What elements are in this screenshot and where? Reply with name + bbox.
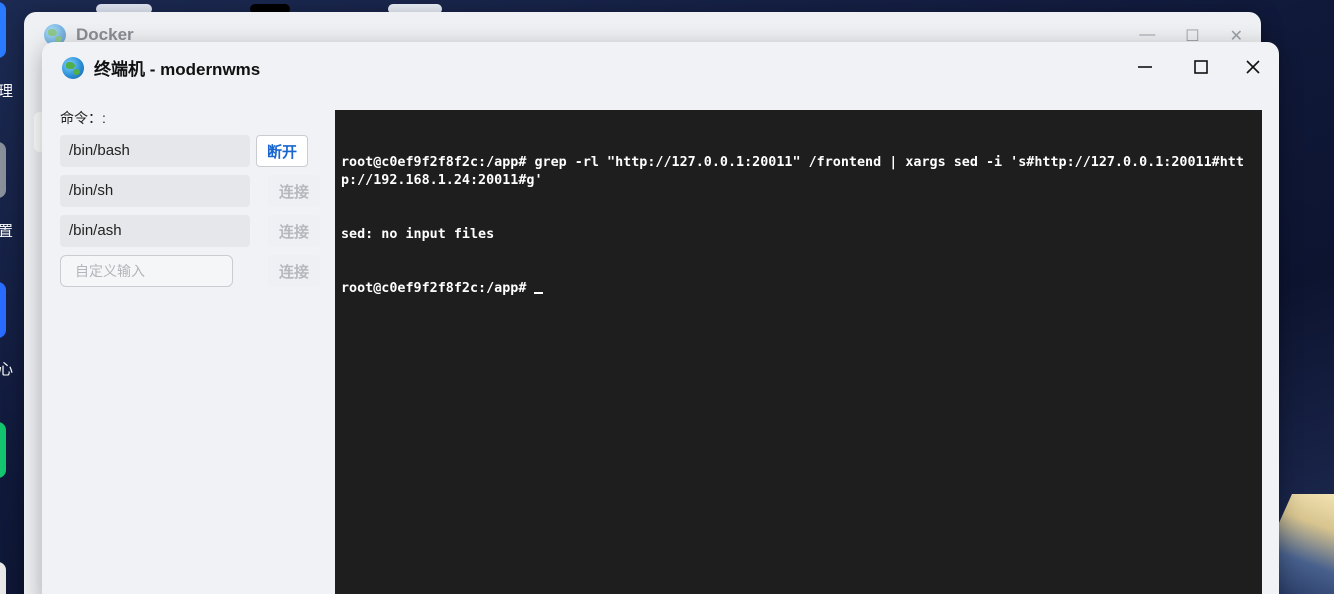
desktop-app-label: 置	[0, 222, 14, 240]
desktop-app-icon[interactable]	[0, 282, 6, 338]
minimize-icon	[1138, 66, 1152, 68]
command-row-sh: /bin/sh 连接	[60, 175, 320, 207]
terminal-window[interactable]: 终端机 - modernwms 命令：: /bin/bash 断开 /bin/s…	[42, 42, 1279, 594]
connect-button[interactable]: 连接	[268, 175, 320, 207]
maximize-button[interactable]	[1181, 52, 1221, 82]
terminal-line: root@c0ef9f2f8f2c:/app# grep -rl "http:/…	[341, 155, 1244, 188]
desktop-app-icon[interactable]	[0, 142, 6, 198]
disconnect-button[interactable]: 断开	[256, 135, 308, 167]
command-row-ash: /bin/ash 连接	[60, 215, 320, 247]
desktop-app-label: 心	[0, 360, 14, 378]
maximize-icon	[1194, 60, 1208, 74]
terminal-line: sed: no input files	[341, 227, 495, 242]
close-icon	[1246, 60, 1260, 74]
terminal-app-icon	[62, 56, 84, 79]
command-name: /bin/sh	[60, 175, 250, 207]
close-button[interactable]	[1233, 52, 1273, 82]
command-row-custom: 连接	[60, 255, 320, 287]
connect-button[interactable]: 连接	[268, 215, 320, 247]
desktop-app-icon[interactable]	[0, 2, 6, 58]
command-name: /bin/bash	[60, 135, 250, 167]
desktop-app-icon[interactable]	[0, 562, 6, 594]
window-title-text: 终端机 - modernwms	[94, 60, 261, 79]
command-name: /bin/ash	[60, 215, 250, 247]
custom-command-input[interactable]	[60, 255, 233, 287]
command-label: 命令：:	[60, 110, 106, 126]
command-row-bash: /bin/bash 断开	[60, 135, 308, 167]
terminal-output[interactable]: root@c0ef9f2f8f2c:/app# grep -rl "http:/…	[335, 110, 1262, 594]
minimize-button[interactable]	[1125, 52, 1165, 82]
desktop-app-label: 理	[0, 82, 14, 100]
terminal-prompt-line: root@c0ef9f2f8f2c:/app#	[341, 280, 1256, 298]
connect-button[interactable]: 连接	[268, 255, 320, 287]
wallpaper-mountain	[1274, 494, 1334, 594]
terminal-prompt: root@c0ef9f2f8f2c:/app#	[341, 281, 535, 296]
window-title: 终端机 - modernwms	[62, 55, 260, 80]
terminal-cursor	[534, 280, 544, 294]
desktop-app-icon[interactable]	[0, 422, 6, 478]
